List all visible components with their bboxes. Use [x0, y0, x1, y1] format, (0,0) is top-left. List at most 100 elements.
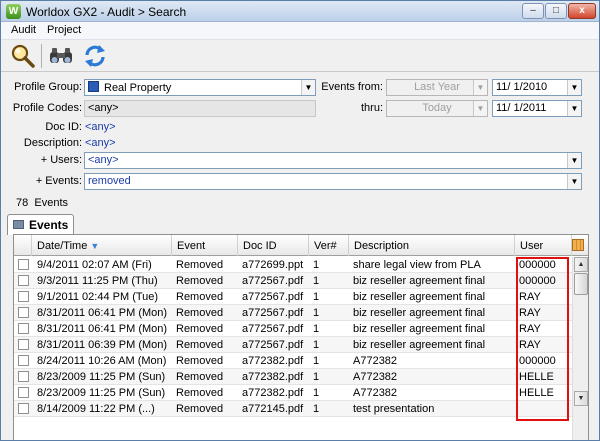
chevron-down-icon[interactable]: ▼ — [567, 174, 581, 189]
table-row[interactable]: 8/31/2011 06:39 PM (Mon) Removed a772567.p… — [14, 337, 572, 353]
column-header-event[interactable]: Event — [172, 235, 238, 256]
events-table: Date/Time ▼ Event Doc ID Ver# Description… — [13, 234, 589, 440]
chevron-down-icon[interactable]: ▼ — [473, 80, 487, 95]
cell-version: 1 — [313, 387, 320, 399]
profile-group-select[interactable]: Real Property ▼ — [84, 79, 316, 96]
column-header-user[interactable]: User — [515, 235, 572, 256]
chevron-down-icon[interactable]: ▼ — [567, 80, 581, 95]
cell-event: Removed — [176, 339, 224, 351]
cell-datetime: 8/14/2009 11:22 PM (...) — [37, 403, 155, 415]
cell-doc-id: a772699.ppt — [242, 259, 304, 271]
chevron-down-icon[interactable]: ▼ — [567, 101, 581, 116]
table-row[interactable]: 8/23/2009 11:25 PM (Sun) Removed a772382.p… — [14, 369, 572, 385]
profile-codes-field[interactable]: <any> — [84, 100, 316, 117]
row-checkbox[interactable] — [18, 403, 29, 414]
row-checkbox[interactable] — [18, 307, 29, 318]
table-row[interactable]: 8/23/2009 11:25 PM (Sun) Removed a772382.p… — [14, 385, 572, 401]
title-bar[interactable]: W Worldox GX2 - Audit > Search – □ x — [1, 1, 599, 22]
events-from-label: Events from: — [321, 81, 383, 93]
row-checkbox[interactable] — [18, 291, 29, 302]
select-column-header[interactable] — [14, 235, 32, 256]
toolbar — [1, 40, 599, 72]
thru-date-picker[interactable]: 11/ 1/2011 ▼ — [492, 100, 582, 117]
binoculars-icon[interactable] — [47, 42, 75, 70]
row-checkbox[interactable] — [18, 275, 29, 286]
cell-version: 1 — [313, 403, 320, 415]
profile-group-label: Profile Group: — [14, 81, 82, 93]
cell-event: Removed — [176, 307, 224, 319]
users-label[interactable]: + Users: — [11, 154, 82, 166]
cell-version: 1 — [313, 259, 320, 271]
table-row[interactable]: 8/24/2011 10:26 AM (Mon) Removed a772382.p… — [14, 353, 572, 369]
row-checkbox[interactable] — [18, 387, 29, 398]
table-row[interactable]: 9/4/2011 02:07 AM (Fri) Removed a772699.pp… — [14, 257, 572, 273]
scroll-up-icon[interactable]: ▲ — [574, 257, 588, 272]
cell-version: 1 — [313, 355, 320, 367]
doc-id-value[interactable]: <any> — [85, 121, 116, 133]
events-label[interactable]: + Events: — [11, 175, 82, 187]
row-checkbox[interactable] — [18, 339, 29, 350]
refresh-icon[interactable] — [81, 42, 109, 70]
cell-description: test presentation — [353, 403, 435, 415]
minimize-button[interactable]: – — [522, 3, 544, 19]
events-from-select[interactable]: Last Year ▼ — [386, 79, 488, 96]
row-checkbox[interactable] — [18, 323, 29, 334]
cell-description: biz reseller agreement final — [353, 323, 486, 335]
menu-audit[interactable]: Audit — [11, 24, 36, 36]
column-header-datetime[interactable]: Date/Time ▼ — [32, 235, 172, 256]
cell-doc-id: a772567.pdf — [242, 339, 304, 351]
scroll-thumb[interactable] — [574, 273, 588, 295]
cell-doc-id: a772567.pdf — [242, 291, 304, 303]
cell-datetime: 9/4/2011 02:07 AM (Fri) — [37, 259, 152, 271]
table-header: Date/Time ▼ Event Doc ID Ver# Description… — [14, 235, 588, 256]
chevron-down-icon[interactable]: ▼ — [473, 101, 487, 116]
close-button[interactable]: x — [568, 3, 596, 19]
events-select[interactable]: removed ▼ — [84, 173, 582, 190]
scroll-down-icon[interactable]: ▼ — [574, 391, 588, 406]
cell-event: Removed — [176, 275, 224, 287]
column-header-description[interactable]: Description — [349, 235, 515, 256]
description-value[interactable]: <any> — [85, 137, 116, 149]
row-checkbox[interactable] — [18, 371, 29, 382]
toolbar-separator — [41, 44, 42, 68]
table-row[interactable]: 8/14/2009 11:22 PM (...) Removed a772145.p… — [14, 401, 572, 417]
maximize-button[interactable]: □ — [545, 3, 567, 19]
vertical-scrollbar[interactable]: ▲ ▼ — [572, 257, 588, 440]
search-icon[interactable] — [9, 42, 37, 70]
cell-datetime: 8/31/2011 06:39 PM (Mon) — [37, 339, 168, 351]
chevron-down-icon[interactable]: ▼ — [567, 153, 581, 168]
menu-project[interactable]: Project — [47, 24, 81, 36]
thru-select[interactable]: Today ▼ — [386, 100, 488, 117]
cell-doc-id: a772567.pdf — [242, 275, 304, 287]
cell-description: biz reseller agreement final — [353, 275, 486, 287]
table-row[interactable]: 9/3/2011 11:25 PM (Thu) Removed a772567.pd… — [14, 273, 572, 289]
cell-version: 1 — [313, 307, 320, 319]
column-chooser-icon[interactable] — [572, 239, 584, 251]
cell-event: Removed — [176, 387, 224, 399]
cell-version: 1 — [313, 323, 320, 335]
cell-description: A772382 — [353, 387, 398, 399]
app-logo-icon: W — [6, 4, 21, 19]
cell-doc-id: a772567.pdf — [242, 307, 304, 319]
tab-events[interactable]: Events — [7, 214, 74, 235]
cell-doc-id: a772145.pdf — [242, 403, 304, 415]
column-header-doc-id[interactable]: Doc ID — [238, 235, 309, 256]
cell-datetime: 9/3/2011 11:25 PM (Thu) — [37, 275, 158, 287]
cell-datetime: 8/23/2009 11:25 PM (Sun) — [37, 371, 166, 383]
cell-datetime: 9/1/2011 02:44 PM (Tue) — [37, 291, 159, 303]
events-tab-icon — [13, 220, 24, 229]
menu-bar: Audit Project — [1, 22, 599, 40]
cell-event: Removed — [176, 291, 224, 303]
row-checkbox[interactable] — [18, 355, 29, 366]
users-select[interactable]: <any> ▼ — [84, 152, 582, 169]
user-column-highlight — [516, 257, 569, 421]
events-from-date-picker[interactable]: 11/ 1/2010 ▼ — [492, 79, 582, 96]
table-row[interactable]: 9/1/2011 02:44 PM (Tue) Removed a772567.pd… — [14, 289, 572, 305]
column-header-version[interactable]: Ver# — [309, 235, 349, 256]
cell-doc-id: a772382.pdf — [242, 355, 304, 367]
cell-datetime: 8/31/2011 06:41 PM (Mon) — [37, 323, 168, 335]
table-row[interactable]: 8/31/2011 06:41 PM (Mon) Removed a772567.p… — [14, 321, 572, 337]
chevron-down-icon[interactable]: ▼ — [301, 80, 315, 95]
table-row[interactable]: 8/31/2011 06:41 PM (Mon) Removed a772567.p… — [14, 305, 572, 321]
row-checkbox[interactable] — [18, 259, 29, 270]
